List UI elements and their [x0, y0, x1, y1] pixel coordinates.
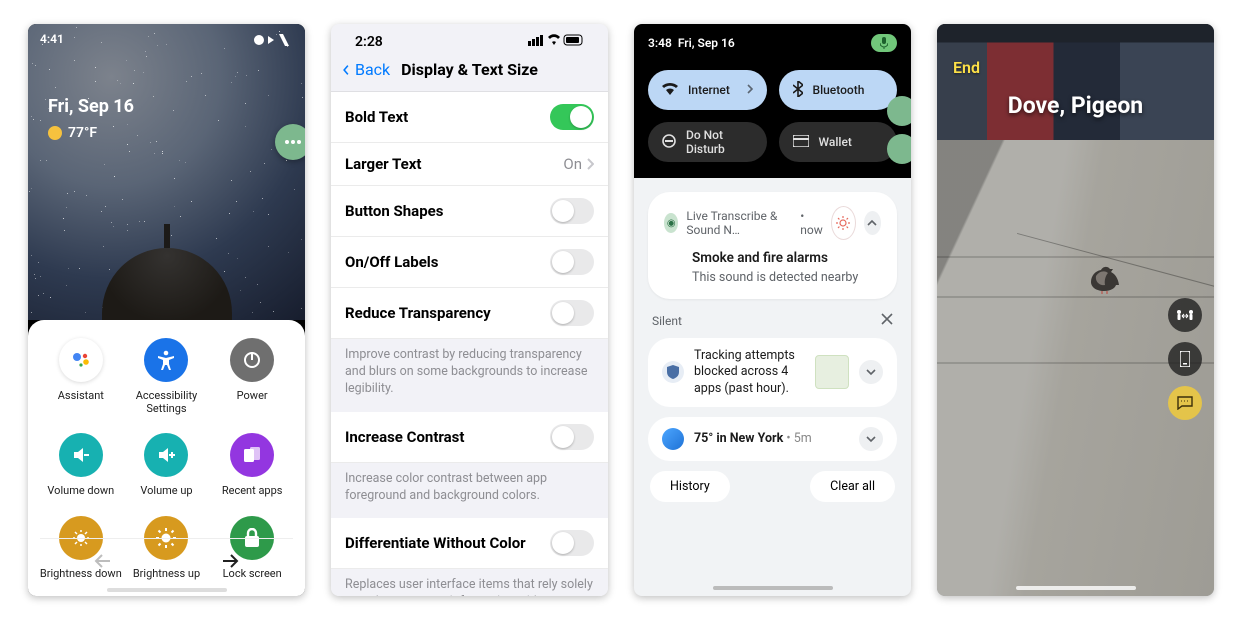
- footer-text: Improve contrast by reducing transparenc…: [331, 339, 608, 412]
- dismiss-silent[interactable]: [881, 313, 893, 328]
- qs-tile-internet[interactable]: Internet: [648, 70, 767, 110]
- chevron-right-icon: [747, 83, 753, 97]
- ios-display-settings: 2:28 Back Display & Text Size Bold TextL…: [331, 24, 608, 596]
- setting-reduce-transparency[interactable]: Reduce Transparency: [331, 288, 608, 339]
- toggle[interactable]: [550, 249, 594, 275]
- mic-indicator[interactable]: [871, 34, 897, 52]
- status-date: Fri, Sep 16: [678, 36, 735, 50]
- accessibility-panel: AssistantAccessibilitySettingsPowerVolum…: [28, 320, 305, 596]
- android-notification-shade: 3:48 Fri, Sep 16 Internet Bluetooth Do Not…: [634, 24, 911, 596]
- gesture-pill[interactable]: [713, 586, 833, 590]
- clear-all-button[interactable]: Clear all: [810, 471, 895, 502]
- notification-alert[interactable]: ◉ Live Transcribe & Sound N… • now Smoke…: [648, 192, 897, 299]
- weather-icon: [662, 428, 684, 450]
- status-bar: 2:28: [331, 24, 608, 54]
- privacy-thumb: [815, 355, 849, 389]
- accessibility-fab-2[interactable]: [887, 134, 911, 164]
- end-button[interactable]: End: [953, 58, 980, 77]
- footer-text: Replaces user interface items that rely …: [331, 569, 608, 596]
- device-icon[interactable]: [1168, 342, 1202, 376]
- toggle[interactable]: [550, 424, 594, 450]
- detection-label: Dove, Pigeon: [937, 92, 1214, 119]
- shield-icon: [662, 361, 684, 383]
- notif-title: Smoke and fire alarms: [692, 250, 881, 266]
- toggle[interactable]: [550, 104, 594, 130]
- social-distance-icon[interactable]: [1168, 298, 1202, 332]
- privacy-text: Tracking attempts blocked across 4 apps …: [694, 348, 805, 397]
- status-bar: 3:48 Fri, Sep 16: [648, 34, 897, 52]
- toggle[interactable]: [550, 300, 594, 326]
- detected-object-pigeon: [1085, 262, 1125, 298]
- shortcut-recent-apps[interactable]: Recent apps: [210, 433, 294, 498]
- page-next[interactable]: [167, 539, 294, 582]
- panel-pagination: [40, 538, 293, 582]
- expand-icon[interactable]: [859, 360, 883, 384]
- bluetooth-icon: [793, 81, 803, 100]
- status-time: 3:48: [648, 36, 672, 50]
- notif-body: This sound is detected nearby: [692, 270, 881, 285]
- shortcut-assistant[interactable]: Assistant: [39, 338, 123, 415]
- gesture-pill[interactable]: [1016, 586, 1136, 590]
- page-prev[interactable]: [40, 539, 167, 582]
- weather-text: 75° in New York • 5m: [694, 431, 812, 446]
- toggle[interactable]: [550, 530, 594, 556]
- setting-differentiate-without-color[interactable]: Differentiate Without Color: [331, 518, 608, 569]
- toggle[interactable]: [550, 198, 594, 224]
- qs-tile-dnd[interactable]: Do Not Disturb: [648, 122, 767, 162]
- collapse-icon[interactable]: [864, 211, 881, 235]
- wallpaper-sky: [28, 24, 305, 320]
- accessibility-fab-1[interactable]: [887, 96, 911, 126]
- lookout-camera-view: End Dove, Pigeon: [937, 24, 1214, 596]
- setting-bold-text[interactable]: Bold Text: [331, 92, 608, 143]
- dnd-icon: [662, 134, 676, 151]
- qs-tile-wallet[interactable]: Wallet: [779, 122, 898, 162]
- back-button[interactable]: Back: [341, 60, 390, 79]
- qs-tile-bluetooth[interactable]: Bluetooth: [779, 70, 898, 110]
- alarm-icon: [831, 206, 856, 240]
- setting-increase-contrast[interactable]: Increase Contrast: [331, 412, 608, 463]
- silent-header: Silent: [652, 314, 682, 328]
- footer-text: Increase color contrast between app fore…: [331, 463, 608, 519]
- shortcut-power[interactable]: Power: [210, 338, 294, 415]
- android-accessibility-menu: 4:41 Fri, Sep 16 77°F AssistantAccessibi…: [28, 24, 305, 596]
- shortcut-accessibility-settings[interactable]: AccessibilitySettings: [124, 338, 208, 415]
- app-icon: ◉: [664, 213, 678, 233]
- status-icons: [528, 34, 584, 50]
- nav-bar: Back Display & Text Size: [331, 54, 608, 92]
- shortcut-volume-up[interactable]: Volume up: [124, 433, 208, 498]
- notification-privacy[interactable]: Tracking attempts blocked across 4 apps …: [648, 338, 897, 407]
- internet-icon: [662, 82, 678, 99]
- wallet-icon: [793, 135, 809, 150]
- home-temp: 77°F: [68, 125, 97, 141]
- weather-sun-icon: [48, 126, 62, 140]
- notification-weather[interactable]: 75° in New York • 5m: [648, 417, 897, 461]
- history-button[interactable]: History: [650, 471, 730, 502]
- status-bar: 4:41: [40, 32, 293, 46]
- setting-on-off-labels[interactable]: On/Off Labels: [331, 237, 608, 288]
- gesture-pill[interactable]: [107, 588, 227, 592]
- quick-settings-area: 3:48 Fri, Sep 16 Internet Bluetooth Do Not…: [634, 24, 911, 178]
- status-time: 2:28: [355, 34, 383, 50]
- home-date: Fri, Sep 16: [48, 96, 134, 117]
- status-time: 4:41: [40, 32, 64, 46]
- setting-button-shapes[interactable]: Button Shapes: [331, 186, 608, 237]
- notif-time: • now: [800, 209, 823, 237]
- shortcut-volume-down[interactable]: Volume down: [39, 433, 123, 498]
- setting-larger-text[interactable]: Larger TextOn: [331, 143, 608, 186]
- accessibility-fab[interactable]: [275, 124, 305, 160]
- status-icons: [253, 32, 293, 46]
- chat-icon[interactable]: [1168, 386, 1202, 420]
- expand-icon[interactable]: [859, 427, 883, 451]
- app-name: Live Transcribe & Sound N…: [686, 209, 792, 237]
